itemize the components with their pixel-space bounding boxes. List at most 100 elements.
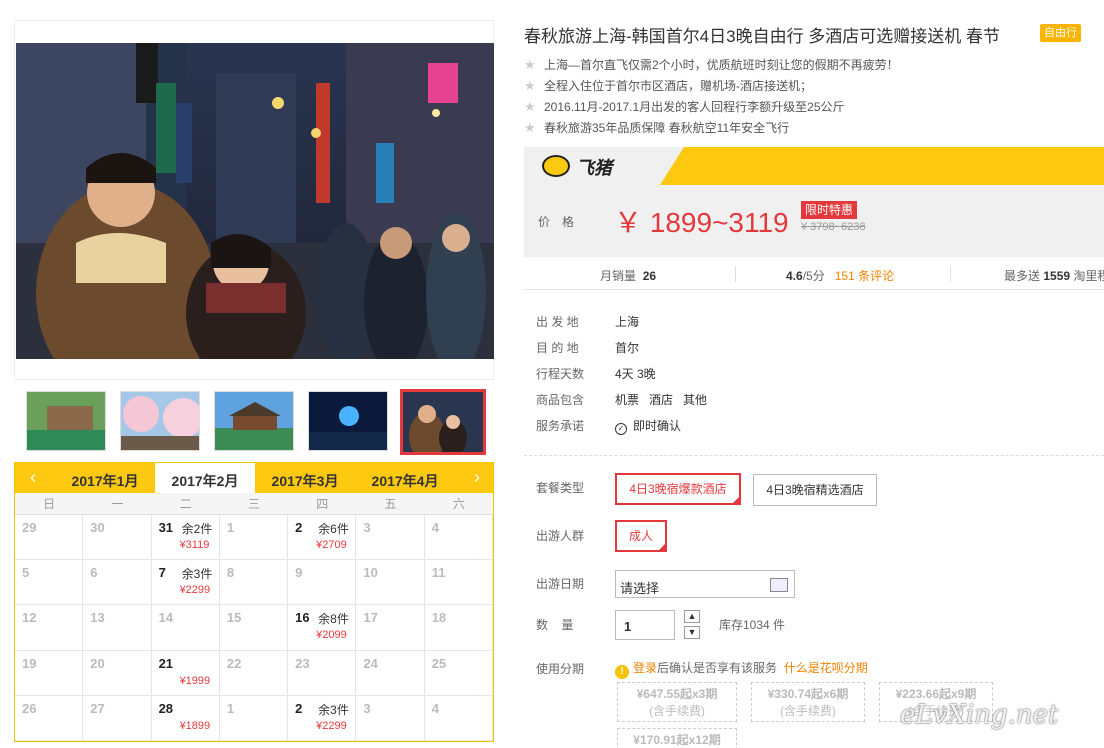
product-type-badge: 自由行 — [1040, 24, 1081, 42]
installment-option[interactable]: ¥330.74起x6期 (含手续费) — [751, 682, 865, 722]
package-option-selected[interactable]: 4日3晚宿爆款酒店 — [615, 473, 741, 505]
quantity-decrease-icon[interactable]: ▼ — [684, 626, 700, 639]
package-option[interactable]: 4日3晚宿精选酒店 — [753, 474, 877, 506]
calendar-day: 23 — [288, 650, 357, 696]
thumbnail[interactable] — [214, 391, 294, 451]
day-number: 7 — [158, 565, 166, 581]
next-month-icon[interactable]: › — [467, 468, 487, 488]
calendar-day: 30 — [83, 515, 152, 561]
month-tab-active[interactable]: 2017年2月 — [155, 463, 255, 493]
thumbnail-active[interactable] — [400, 389, 486, 455]
destination-label: 目 的 地 — [536, 341, 579, 355]
main-photo-frame — [14, 20, 494, 380]
calendar-day: 22 — [219, 650, 289, 696]
calendar-day-available[interactable]: 2 余6件 ¥2709 — [288, 515, 357, 561]
login-link[interactable]: 登录 — [633, 661, 657, 675]
destination-value: 首尔 — [615, 341, 640, 355]
brand-name: 飞猪 — [576, 158, 612, 178]
date-placeholder: 请选择 — [620, 581, 660, 596]
calendar-day: 3 — [356, 695, 425, 741]
day-price: ¥2099 — [316, 629, 347, 642]
weekday-label: 二 — [179, 497, 192, 511]
day-number: 18 — [431, 610, 447, 626]
quantity-value: 1 — [624, 619, 632, 634]
includes-value: 机票 酒店 其他 — [615, 393, 708, 407]
weekday-label: 六 — [452, 497, 465, 511]
day-number: 21 — [158, 655, 174, 671]
weekday-header: 日一二三四五六 — [15, 493, 493, 515]
day-number: 30 — [90, 520, 105, 535]
weekday-label: 三 — [247, 497, 260, 511]
calendar-day: 1 — [219, 695, 289, 741]
check-circle-icon: ✓ — [615, 423, 627, 435]
calendar-day-available[interactable]: 31 余2件 ¥3119 — [151, 515, 220, 561]
price-box: 飞猪 价格 ￥ 1899~3119 限时特惠 ¥ 3798~6238 — [524, 147, 1104, 257]
calendar-day: 1 — [219, 515, 289, 561]
points: 最多送 1559 淘里程 — [1004, 267, 1104, 284]
day-price: ¥1899 — [179, 719, 211, 732]
monthly-sales: 月销量 26 — [600, 267, 656, 284]
installment-amount: ¥330.74起x6期 — [767, 687, 849, 701]
includes-label: 商品包含 — [536, 393, 585, 407]
points-value: 1559 — [1043, 269, 1071, 283]
divider — [950, 266, 951, 282]
price-range: ￥ 1899~3119 — [614, 207, 789, 238]
crowd-option-selected[interactable]: 成人 — [615, 520, 667, 552]
thumbnail[interactable] — [26, 391, 106, 451]
month-tab[interactable]: 2017年4月 — [355, 463, 455, 493]
thumbnail[interactable] — [308, 391, 388, 451]
huabei-help-link[interactable]: 什么是花呗分期 — [784, 661, 868, 675]
installment-option[interactable]: ¥647.55起x3期 (含手续费) — [617, 682, 737, 722]
thumbnail[interactable] — [120, 391, 200, 451]
day-number: 6 — [90, 565, 98, 581]
stock-text: 库存1034 件 — [719, 618, 786, 632]
day-number: 19 — [22, 655, 37, 671]
promo-badge: 限时特惠 — [801, 201, 858, 219]
travel-date-input[interactable]: 请选择 — [615, 570, 795, 598]
day-number: 20 — [90, 655, 105, 671]
feature-text: 春秋旅游35年品质保障 春秋航空11年安全飞行 — [544, 121, 790, 135]
calendar-day-available[interactable]: 2 余3件 ¥2299 — [288, 695, 357, 741]
day-price: ¥2299 — [179, 584, 211, 597]
month-tab[interactable]: 2017年3月 — [255, 463, 355, 493]
calendar-day-available[interactable]: 28 ¥1899 — [151, 695, 220, 741]
weekday-label: 一 — [111, 497, 124, 511]
day-price: ¥1999 — [179, 674, 211, 687]
calendar-icon[interactable] — [770, 578, 788, 592]
calendar-day: 27 — [83, 695, 152, 741]
weekday-label: 日 — [43, 497, 56, 511]
points-suffix: 淘里程 — [1073, 269, 1104, 283]
points-label: 最多送 — [1004, 269, 1041, 283]
remaining-stock: 余2件 — [181, 522, 213, 536]
service-text: 即时确认 — [633, 419, 682, 433]
calendar-day: 24 — [356, 650, 425, 696]
day-number: 25 — [431, 655, 447, 671]
feature-text: 全程入住位于首尔市区酒店，赠机场-酒店接送机； — [544, 79, 812, 93]
day-number: 28 — [158, 700, 174, 716]
quantity-increase-icon[interactable]: ▲ — [684, 610, 700, 623]
calendar-day-available[interactable]: 21 ¥1999 — [151, 650, 220, 696]
installment-option[interactable]: ¥170.91起x12期 — [617, 728, 737, 748]
divider — [735, 266, 736, 282]
day-number: 2 — [295, 520, 303, 535]
month-tab[interactable]: 2017年1月 — [55, 463, 155, 493]
package-label: 套餐类型 — [536, 481, 585, 495]
calendar-day: 26 — [15, 695, 84, 741]
installment-fee: (含手续费) — [649, 704, 705, 718]
fliggy-logo-icon — [542, 155, 570, 177]
star-icon: ★ — [524, 78, 536, 93]
day-number: 29 — [22, 520, 37, 535]
calendar-day: 9 — [288, 560, 357, 606]
sales-stats: 月销量 26 4.6/5分 151 条评论 最多送 1559 淘里程 — [524, 258, 1104, 290]
installment-amount: ¥170.91起x12期 — [633, 733, 721, 747]
prev-month-icon[interactable]: ‹ — [23, 468, 43, 488]
service-label: 服务承诺 — [536, 419, 585, 433]
duration-value: 4天 3晚 — [615, 367, 656, 381]
calendar-day-available[interactable]: 7 余3件 ¥2299 — [151, 560, 220, 606]
calendar-day: 18 — [424, 605, 493, 651]
day-number: 17 — [363, 610, 378, 626]
calendar-day-available[interactable]: 16 余8件 ¥2099 — [288, 605, 357, 651]
reviews-link[interactable]: 151 条评论 — [835, 269, 894, 283]
quantity-input[interactable]: 1 — [615, 610, 675, 640]
star-icon: ★ — [524, 57, 536, 72]
